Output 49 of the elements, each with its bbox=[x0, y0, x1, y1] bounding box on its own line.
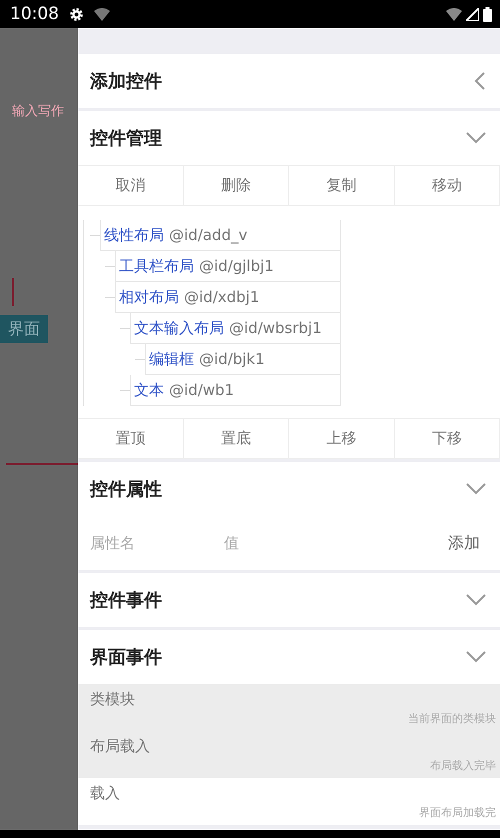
section-header[interactable]: 控件事件 bbox=[78, 573, 500, 627]
widget-id: @id/wb1 bbox=[169, 381, 234, 399]
wifi-icon bbox=[446, 8, 462, 20]
section-header[interactable]: 添加控件 bbox=[78, 54, 500, 108]
event-title: 类模块 bbox=[90, 690, 136, 709]
event-item[interactable]: 布局载入 布局载入完毕 bbox=[78, 731, 500, 778]
attribute-name-field[interactable]: 属性名 bbox=[88, 533, 222, 553]
chevron-down-icon[interactable] bbox=[466, 594, 486, 606]
tree-item[interactable]: 工具栏布局 @id/gjlbj1 bbox=[115, 251, 341, 282]
attribute-value-field[interactable]: 值 bbox=[222, 533, 356, 553]
tree-item[interactable]: 文本输入布局 @id/wbsrbj1 bbox=[130, 313, 341, 344]
add-button[interactable]: 添加 bbox=[442, 532, 486, 555]
widget-id: @id/bjk1 bbox=[199, 350, 265, 368]
widget-id: @id/add_v bbox=[169, 226, 248, 244]
event-description: 布局载入完毕 bbox=[430, 758, 496, 773]
tree-item[interactable]: 文本 @id/wb1 bbox=[130, 375, 341, 406]
settings-icon bbox=[69, 6, 84, 22]
widget-type: 文本 bbox=[134, 380, 164, 400]
event-description: 界面布局加载完 bbox=[419, 805, 496, 820]
tree-item[interactable]: 线性布局 @id/add_v bbox=[100, 220, 341, 251]
widget-id: @id/wbsrbj1 bbox=[229, 319, 322, 337]
chevron-down-icon[interactable] bbox=[466, 483, 486, 495]
section-header[interactable]: 控件管理 bbox=[78, 111, 500, 165]
event-item[interactable]: 载入 界面布局加载完 bbox=[78, 778, 500, 825]
widget-id: @id/xdbj1 bbox=[184, 288, 260, 306]
widget-id: @id/gjlbj1 bbox=[199, 257, 274, 275]
widget-type: 编辑框 bbox=[149, 350, 194, 368]
chevron-left-icon[interactable] bbox=[474, 72, 486, 90]
wifi-icon bbox=[94, 8, 110, 20]
chevron-down-icon[interactable] bbox=[466, 132, 486, 144]
widget-type: 文本输入布局 bbox=[134, 318, 224, 338]
chevron-down-icon[interactable] bbox=[466, 651, 486, 663]
battery-icon bbox=[483, 6, 492, 22]
input-hint: 输入写作 bbox=[12, 103, 65, 120]
signal-icon bbox=[466, 8, 479, 20]
section-header[interactable]: 控件属性 bbox=[78, 462, 500, 516]
widget-type: 线性布局 bbox=[104, 226, 164, 244]
page-label: 界面 bbox=[0, 315, 48, 343]
event-title: 载入 bbox=[90, 784, 121, 803]
clock: 10:08 bbox=[10, 4, 59, 24]
widget-type: 工具栏布局 bbox=[119, 256, 194, 276]
section-header[interactable]: 界面事件 bbox=[78, 630, 500, 684]
tree-item[interactable]: 编辑框 @id/bjk1 bbox=[145, 344, 341, 375]
event-description: 当前界面的类模块 bbox=[408, 711, 496, 726]
tree-item[interactable]: 相对布局 @id/xdbj1 bbox=[115, 282, 341, 313]
widget-type: 相对布局 bbox=[119, 288, 179, 306]
event-title: 布局载入 bbox=[90, 737, 151, 756]
event-item[interactable]: 类模块 当前界面的类模块 bbox=[78, 684, 500, 731]
text-cursor bbox=[12, 278, 14, 306]
